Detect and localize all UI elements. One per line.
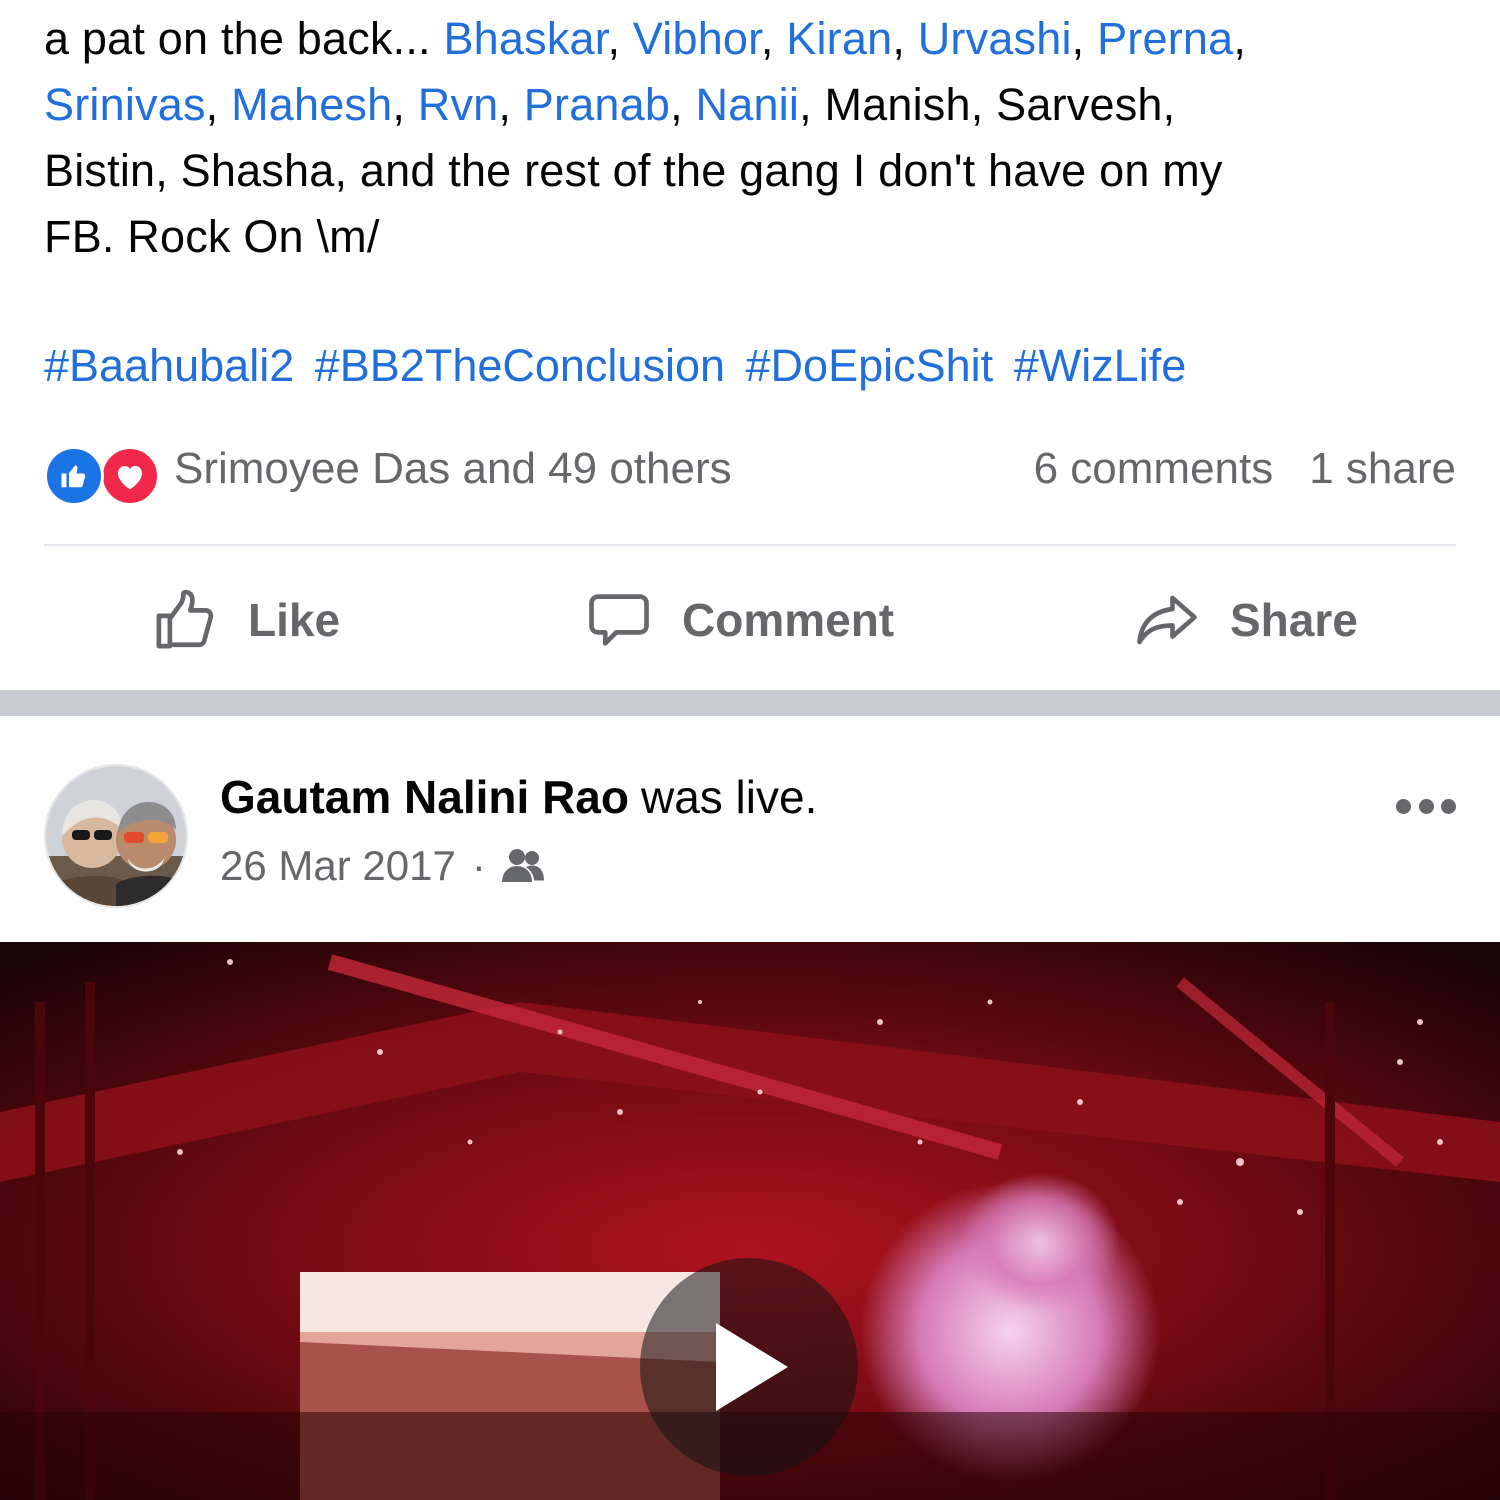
reactors-text[interactable]: Srimoyee Das and 49 others xyxy=(174,444,732,494)
tagged-friend-link[interactable]: Nanii xyxy=(696,79,800,130)
post-date[interactable]: 26 Mar 2017 xyxy=(220,842,456,890)
post-author-line: Gautam Nalini Rao was live. xyxy=(220,770,817,824)
tagged-friend-link[interactable]: Pranab xyxy=(524,79,670,130)
hashtag-link[interactable]: #WizLife xyxy=(1014,340,1187,391)
post-header: Gautam Nalini Rao was live. 26 Mar 2017 · xyxy=(0,716,1500,942)
divider xyxy=(44,544,1456,546)
post-action-bar: Like Comment Share xyxy=(0,560,1500,680)
meta-separator: · xyxy=(471,842,486,889)
tagged-friend-link[interactable]: Srinivas xyxy=(44,79,206,130)
comments-count[interactable]: 6 comments xyxy=(1034,444,1274,493)
play-icon[interactable] xyxy=(640,1258,858,1476)
hashtag-link[interactable]: #Baahubali2 xyxy=(44,340,294,391)
tagged-friend-link[interactable]: Urvashi xyxy=(918,13,1072,64)
reactions-summary: Srimoyee Das and 49 others 6 comments 1 s… xyxy=(44,442,1456,506)
engagement-counts: 6 comments 1 share xyxy=(1034,444,1456,494)
post-text-line-3: Bistin, Shasha, and the rest of the gang… xyxy=(44,145,1223,196)
avatar[interactable] xyxy=(44,764,188,908)
comment-button-label: Comment xyxy=(682,594,895,646)
live-video-thumbnail[interactable] xyxy=(0,942,1500,1500)
tagged-friend-link[interactable]: Bhaskar xyxy=(443,13,607,64)
love-reaction-icon xyxy=(100,446,160,506)
reaction-icons[interactable] xyxy=(44,446,160,506)
post-text-line-1: a pat on the back... Bhaskar, Vibhor, Ki… xyxy=(44,13,1247,64)
comment-bubble-icon xyxy=(589,594,649,646)
thumbs-up-icon xyxy=(156,589,214,649)
author-status-text: was live. xyxy=(640,771,818,823)
post-text-line-2: Srinivas, Mahesh, Rvn, Pranab, Nanii, Ma… xyxy=(44,79,1176,130)
like-button[interactable]: Like xyxy=(152,578,340,662)
tagged-friend-link[interactable]: Prerna xyxy=(1097,13,1233,64)
like-reaction-icon xyxy=(44,446,104,506)
post-text-names: , Manish, Sarvesh, xyxy=(799,79,1176,130)
share-arrow-icon xyxy=(1137,595,1197,645)
post-body-text: a pat on the back... Bhaskar, Vibhor, Ki… xyxy=(44,6,1464,270)
hashtag-row: #Baahubali2 #BB2TheConclusion #DoEpicShi… xyxy=(44,333,1194,399)
hashtag-link[interactable]: #DoEpicShit xyxy=(746,340,994,391)
comment-button[interactable]: Comment xyxy=(586,578,894,662)
share-button-label: Share xyxy=(1230,594,1358,646)
post-text-prefix: a pat on the back... xyxy=(44,13,444,64)
like-button-label: Like xyxy=(248,594,341,646)
author-name-link[interactable]: Gautam Nalini Rao xyxy=(220,771,629,823)
more-options-icon[interactable] xyxy=(1396,796,1456,816)
post-text-line-4: FB. Rock On \m/ xyxy=(44,211,380,262)
share-button[interactable]: Share xyxy=(1134,578,1358,662)
tagged-friend-link[interactable]: Rvn xyxy=(418,79,499,130)
feed-separator xyxy=(0,690,1500,716)
hashtag-link[interactable]: #BB2TheConclusion xyxy=(315,340,725,391)
friends-icon xyxy=(501,849,544,882)
tagged-friend-link[interactable]: Kiran xyxy=(786,13,892,64)
tagged-friend-link[interactable]: Vibhor xyxy=(633,13,761,64)
tagged-friend-link[interactable]: Mahesh xyxy=(231,79,392,130)
post-meta: 26 Mar 2017 · xyxy=(220,842,546,890)
shares-count[interactable]: 1 share xyxy=(1309,444,1456,493)
